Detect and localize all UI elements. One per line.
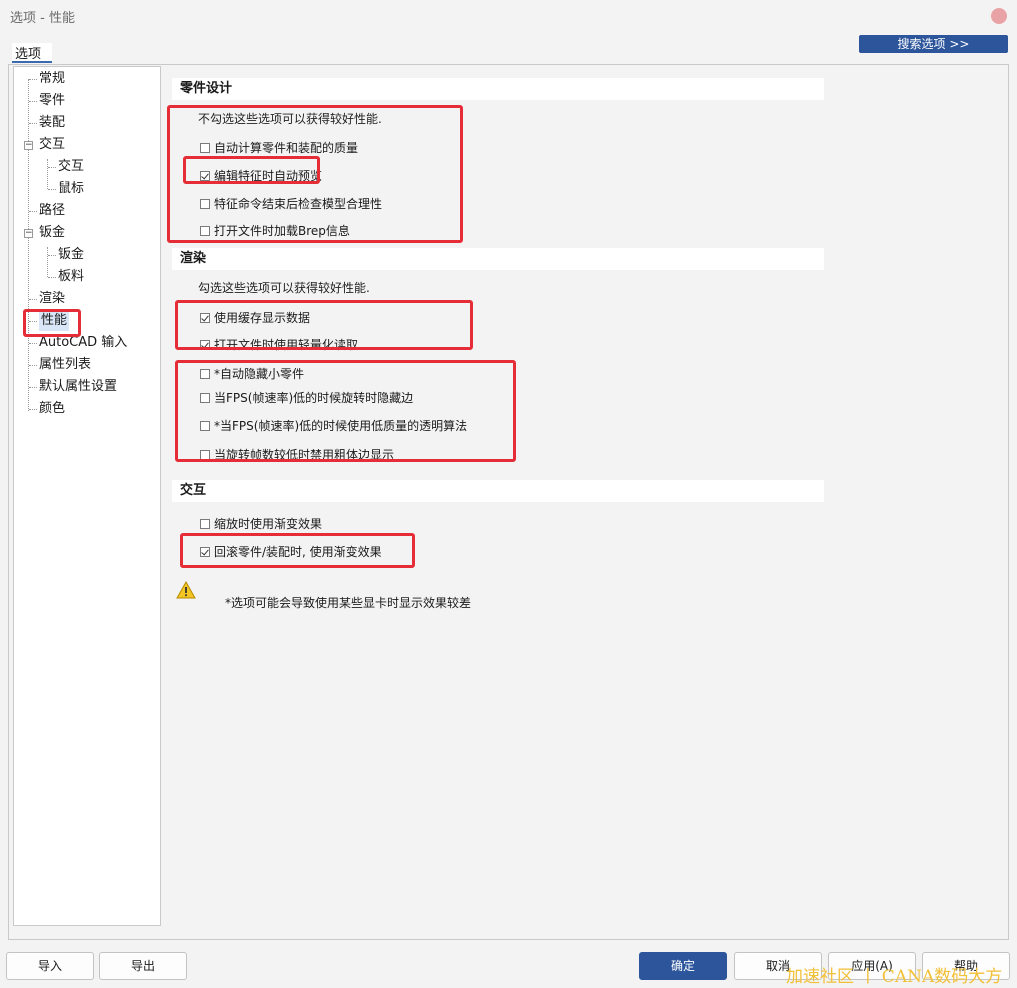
warning-note: *选项可能会导致使用某些显卡时显示效果较差 (225, 596, 472, 610)
tree-item-sheet-metal-child[interactable]: 钣金 (58, 245, 84, 265)
tree-item-rendering[interactable]: 渲染 (39, 289, 65, 309)
checkbox-check-model[interactable] (200, 198, 210, 209)
title-bar: 选项 - 性能 (0, 0, 1017, 32)
tree-item-path[interactable]: 路径 (39, 201, 65, 221)
section-interaction-header: 交互 (172, 480, 824, 502)
tab-options[interactable]: 选项 (12, 43, 52, 63)
option-lightweight-read[interactable]: 打开文件时使用轻量化读取 (200, 336, 358, 353)
option-label: 回滚零件/装配时, 使用渐变效果 (214, 545, 382, 559)
checkbox-rollback-gradient[interactable] (200, 546, 210, 557)
collapse-sheet-metal-toggle[interactable]: − (24, 229, 33, 238)
checkbox-hide-edges-low-fps[interactable] (200, 392, 210, 403)
import-button[interactable]: 导入 (6, 952, 94, 980)
checkbox-cache-display[interactable] (200, 312, 210, 323)
warning-icon (176, 581, 196, 599)
tree-item-autocad-input[interactable]: AutoCAD 输入 (39, 333, 127, 353)
tree-item-performance[interactable]: 性能 (39, 311, 70, 331)
rendering-description: 勾选这些选项可以获得较好性能. (198, 281, 370, 295)
checkbox-auto-mass[interactable] (200, 142, 210, 153)
tree-item-assembly[interactable]: 装配 (39, 113, 65, 133)
option-load-brep[interactable]: 打开文件时加载Brep信息 (200, 222, 350, 239)
option-low-quality-transparency[interactable]: *当FPS(帧速率)低的时候使用低质量的透明算法 (200, 417, 467, 434)
option-label: 特征命令结束后检查模型合理性 (214, 197, 383, 211)
option-label: *自动隐藏小零件 (214, 367, 305, 381)
option-check-model[interactable]: 特征命令结束后检查模型合理性 (200, 195, 382, 212)
collapse-interaction-toggle[interactable]: − (24, 141, 33, 150)
option-label: 打开文件时加载Brep信息 (214, 224, 350, 238)
search-options-button[interactable]: 搜索选项 >> (859, 35, 1008, 53)
section-rendering-header: 渲染 (172, 248, 824, 270)
tree-item-mouse[interactable]: 鼠标 (58, 179, 84, 199)
export-button[interactable]: 导出 (99, 952, 187, 980)
option-hide-small-parts[interactable]: *自动隐藏小零件 (200, 365, 304, 382)
option-auto-mass[interactable]: 自动计算零件和装配的质量 (200, 139, 358, 156)
option-auto-preview[interactable]: 编辑特征时自动预览 (200, 167, 322, 184)
watermark: 加速社区 丨 CANA数码大方 (786, 967, 1003, 987)
option-label: 打开文件时使用轻量化读取 (214, 338, 359, 352)
option-disable-bold-edges[interactable]: 当旋转帧数较低时禁用粗体边显示 (200, 446, 394, 463)
tree-item-plate[interactable]: 板料 (58, 267, 84, 287)
checkbox-hide-small-parts[interactable] (200, 368, 210, 379)
option-label: 使用缓存显示数据 (214, 311, 311, 325)
tree-item-default-attribute[interactable]: 默认属性设置 (39, 377, 117, 397)
options-tree: 常规 零件 装配 − 交互 交互 鼠标 路径 − 钣金 钣金 板料 渲染 性能 … (13, 66, 161, 926)
option-label: 当旋转帧数较低时禁用粗体边显示 (214, 448, 395, 462)
option-zoom-gradient[interactable]: 缩放时使用渐变效果 (200, 515, 322, 532)
checkbox-load-brep[interactable] (200, 225, 210, 236)
tree-item-part[interactable]: 零件 (39, 91, 65, 111)
checkbox-disable-bold-edges[interactable] (200, 449, 210, 460)
tree-item-interaction[interactable]: 交互 (39, 135, 65, 155)
tree-item-sheet-metal[interactable]: 钣金 (39, 223, 65, 243)
option-label: 编辑特征时自动预览 (214, 169, 323, 183)
close-button[interactable] (991, 8, 1007, 24)
checkbox-zoom-gradient[interactable] (200, 518, 210, 529)
option-cache-display[interactable]: 使用缓存显示数据 (200, 309, 310, 326)
option-label: 当FPS(帧速率)低的时候旋转时隐藏边 (214, 391, 414, 405)
option-label: 自动计算零件和装配的质量 (214, 141, 359, 155)
window-title: 选项 - 性能 (10, 11, 75, 26)
checkbox-auto-preview[interactable] (200, 170, 210, 181)
ok-button[interactable]: 确定 (639, 952, 727, 980)
option-rollback-gradient[interactable]: 回滚零件/装配时, 使用渐变效果 (200, 543, 382, 560)
tree-item-attribute-list[interactable]: 属性列表 (39, 355, 91, 375)
section-part-design-header: 零件设计 (172, 78, 824, 100)
option-hide-edges-low-fps[interactable]: 当FPS(帧速率)低的时候旋转时隐藏边 (200, 389, 413, 406)
tree-item-color[interactable]: 颜色 (39, 399, 65, 419)
option-label: 缩放时使用渐变效果 (214, 517, 323, 531)
checkbox-low-quality-transparency[interactable] (200, 420, 210, 431)
tree-item-general[interactable]: 常规 (39, 69, 65, 89)
tree-item-interaction-child[interactable]: 交互 (58, 157, 84, 177)
option-label: *当FPS(帧速率)低的时候使用低质量的透明算法 (214, 419, 468, 433)
checkbox-lightweight-read[interactable] (200, 339, 210, 350)
part-design-description: 不勾选这些选项可以获得较好性能. (198, 112, 382, 126)
